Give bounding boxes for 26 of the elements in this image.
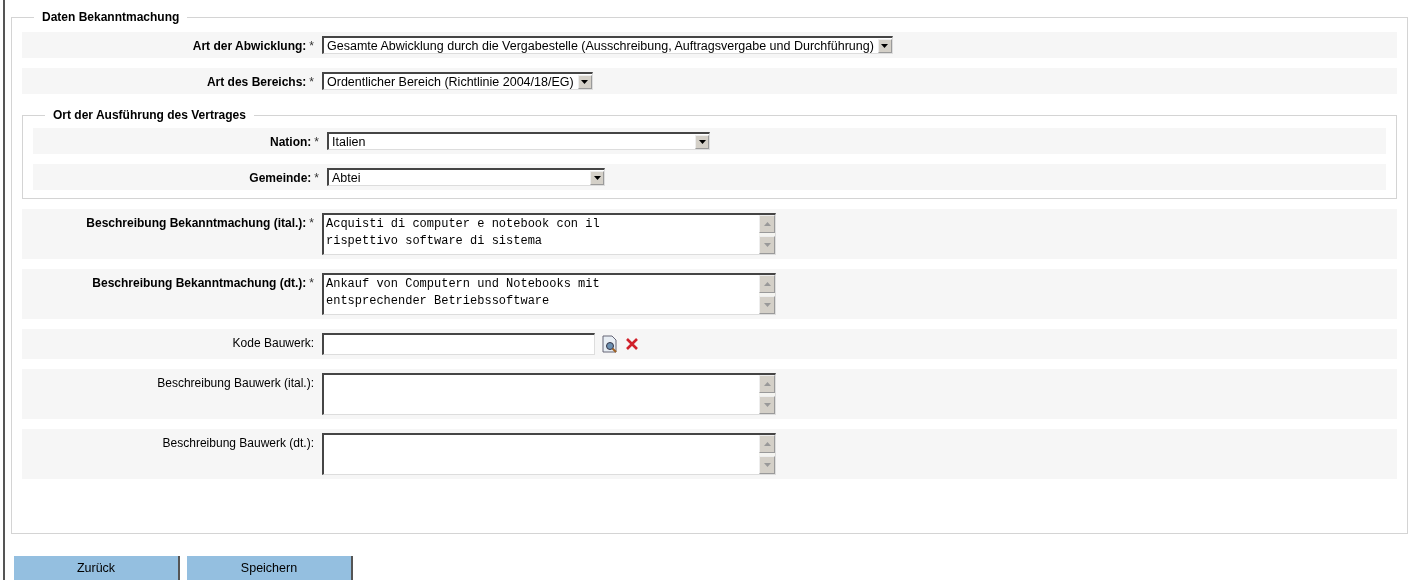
field-label: Gemeinde:: [249, 171, 312, 185]
field-label: Art der Abwicklung:: [192, 39, 307, 53]
required-asterisk: *: [309, 39, 314, 53]
document-search-icon[interactable]: [601, 335, 619, 353]
delete-icon[interactable]: [625, 337, 639, 351]
required-asterisk: *: [314, 171, 319, 185]
required-asterisk: *: [309, 216, 314, 230]
input-field[interactable]: [322, 333, 595, 355]
field-label: Beschreibung Bekanntmachung (dt.):: [92, 276, 307, 290]
dropdown[interactable]: Gesamte Abwicklung durch die Vergabestelle (Ausschreibung, Auftragsvergabe und Durchführung): [322, 36, 893, 54]
required-asterisk: *: [314, 135, 319, 149]
form-button[interactable]: Speichern: [187, 556, 353, 580]
field-label: Art des Bereichs:: [206, 75, 307, 89]
required-asterisk: *: [309, 276, 314, 290]
field-label: Beschreibung Bauwerk (ital.):: [157, 376, 314, 390]
form-button[interactable]: Zurück: [14, 556, 180, 580]
dropdown[interactable]: Abtei: [327, 168, 605, 186]
dropdown[interactable]: Italien: [327, 132, 710, 150]
field-label: Nation:: [270, 135, 312, 149]
dropdown[interactable]: Ordentlicher Bereich (Richtlinie 2004/18/EG): [322, 72, 593, 90]
section-title: Ort der Ausführung des Vertrages: [52, 108, 247, 122]
field-label: Beschreibung Bauwerk (dt.):: [162, 436, 314, 450]
field-label: Beschreibung Bekanntmachung (ital.):: [86, 216, 307, 230]
field-label: Kode Bauwerk:: [232, 336, 314, 350]
required-asterisk: *: [309, 75, 314, 89]
section-title: Daten Bekanntmachung: [41, 10, 181, 24]
